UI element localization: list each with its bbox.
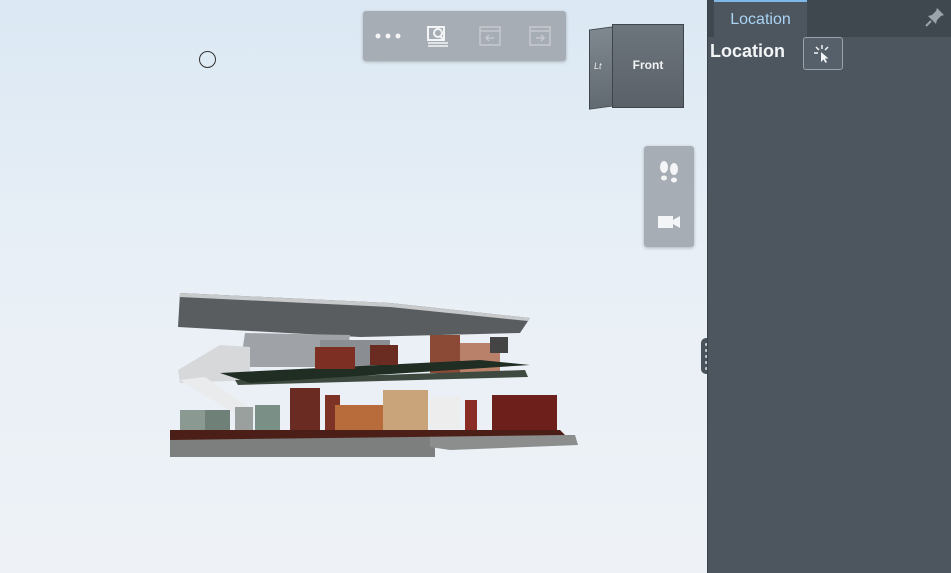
- camera-button[interactable]: [644, 197, 694, 247]
- cursor-indicator: [199, 51, 216, 68]
- panel-header: Location: [708, 0, 951, 37]
- zoom-fit-icon: [427, 26, 448, 47]
- cube-left-label: Lt: [594, 61, 602, 71]
- navigation-tools: [644, 146, 694, 247]
- 3d-viewport[interactable]: Lt Front: [0, 0, 707, 573]
- more-icon: [375, 33, 401, 39]
- panel-title: Location: [710, 41, 785, 61]
- walk-footprints-icon: [660, 161, 678, 183]
- building-model[interactable]: [160, 285, 585, 465]
- previous-view-button[interactable]: [465, 11, 515, 61]
- location-panel: Location Location: [707, 0, 951, 573]
- next-view-button[interactable]: [515, 11, 565, 61]
- zoom-fit-button[interactable]: [413, 11, 463, 61]
- view-cube[interactable]: Lt Front: [588, 23, 686, 110]
- tab-location[interactable]: Location: [714, 0, 807, 37]
- camera-icon: [658, 216, 680, 228]
- redo-view-icon: [529, 26, 551, 46]
- cube-front-label: Front: [632, 58, 664, 72]
- undo-view-icon: [479, 26, 501, 46]
- more-button[interactable]: [363, 11, 413, 61]
- pick-location-icon: [814, 44, 829, 63]
- pin-icon[interactable]: [924, 6, 946, 28]
- view-toolbar: [363, 11, 566, 61]
- walk-button[interactable]: [644, 146, 694, 196]
- pick-location-button[interactable]: [803, 37, 843, 70]
